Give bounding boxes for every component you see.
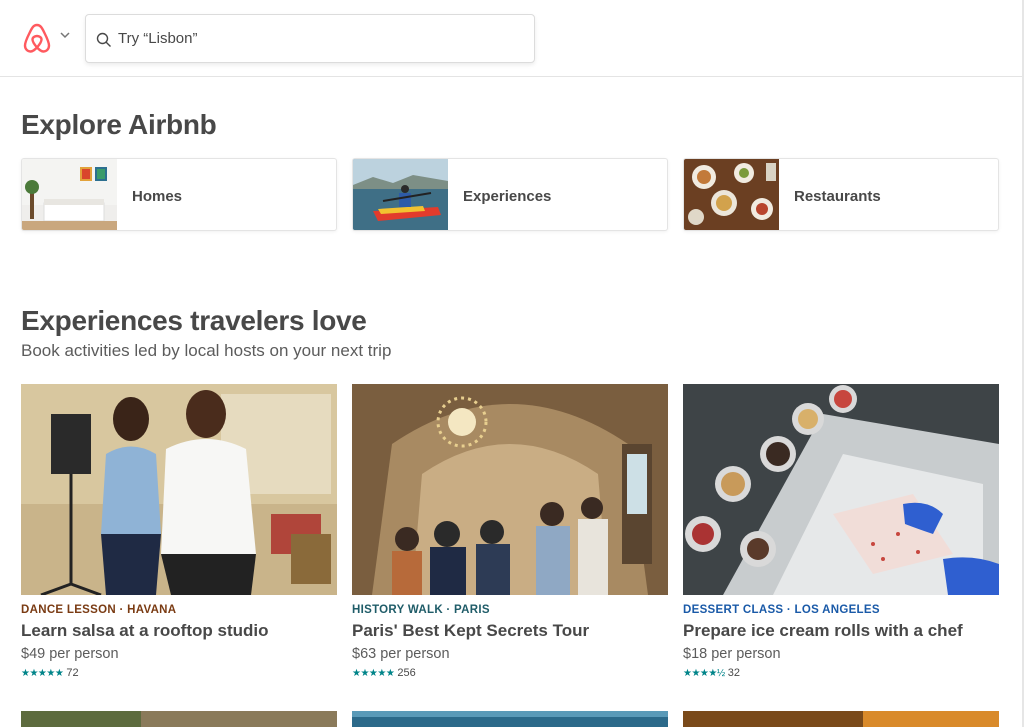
experience-rating: ★★★★★ 256 xyxy=(352,667,416,679)
experience-price: $49 per person xyxy=(21,646,119,662)
experience-card-ice-cream[interactable]: DESSERT CLASS · LOS ANGELES Prepare ice … xyxy=(683,384,999,684)
experience-rating: ★★★★½ 32 xyxy=(683,667,740,679)
review-count: 256 xyxy=(397,667,416,679)
paris-tour-photo xyxy=(352,384,668,595)
top-header: Try “Lisbon” xyxy=(0,0,1022,77)
star-rating-icon: ★★★★½ xyxy=(683,667,725,679)
category-label-experiences: Experiences xyxy=(463,188,552,205)
category-card-homes[interactable]: Homes xyxy=(21,158,337,231)
category-label-restaurants: Restaurants xyxy=(794,188,881,205)
experience-title: Paris' Best Kept Secrets Tour xyxy=(352,621,590,640)
experience-kicker: HISTORY WALK · PARIS xyxy=(352,604,490,616)
search-placeholder: Try “Lisbon” xyxy=(118,30,198,47)
experience-card-salsa[interactable]: DANCE LESSON · HAVANA Learn salsa at a r… xyxy=(21,384,337,684)
search-input[interactable]: Try “Lisbon” xyxy=(85,14,535,63)
experiences-section-title: Experiences travelers love xyxy=(21,305,367,336)
experience-rating: ★★★★★ 72 xyxy=(21,667,79,679)
star-rating-icon: ★★★★★ xyxy=(21,667,64,679)
experiences-section-subtitle: Book activities led by local hosts on yo… xyxy=(21,341,392,360)
next-card-photo[interactable] xyxy=(683,711,999,727)
experience-title: Learn salsa at a rooftop studio xyxy=(21,621,269,640)
experience-price: $63 per person xyxy=(352,646,450,662)
experience-kicker: DANCE LESSON · HAVANA xyxy=(21,604,177,616)
homes-thumbnail xyxy=(22,159,117,230)
star-rating-icon: ★★★★★ xyxy=(352,667,395,679)
experience-card-paris[interactable]: HISTORY WALK · PARIS Paris' Best Kept Se… xyxy=(352,384,668,684)
restaurants-thumbnail xyxy=(684,159,779,230)
next-card-photo[interactable] xyxy=(352,711,668,727)
search-icon xyxy=(96,32,111,47)
review-count: 32 xyxy=(727,667,740,679)
experience-kicker: DESSERT CLASS · LOS ANGELES xyxy=(683,604,880,616)
experience-title: Prepare ice cream rolls with a chef xyxy=(683,621,963,640)
chevron-down-icon[interactable] xyxy=(59,30,71,40)
category-label-homes: Homes xyxy=(132,188,183,205)
airbnb-logo-icon[interactable] xyxy=(22,22,52,54)
explore-title: Explore Airbnb xyxy=(21,109,217,140)
salsa-photo xyxy=(21,384,337,595)
category-card-experiences[interactable]: Experiences xyxy=(352,158,668,231)
ice-cream-photo xyxy=(683,384,999,595)
experiences-thumbnail xyxy=(353,159,448,230)
experience-price: $18 per person xyxy=(683,646,781,662)
category-card-restaurants[interactable]: Restaurants xyxy=(683,158,999,231)
next-card-photo[interactable] xyxy=(21,711,337,727)
review-count: 72 xyxy=(66,667,79,679)
